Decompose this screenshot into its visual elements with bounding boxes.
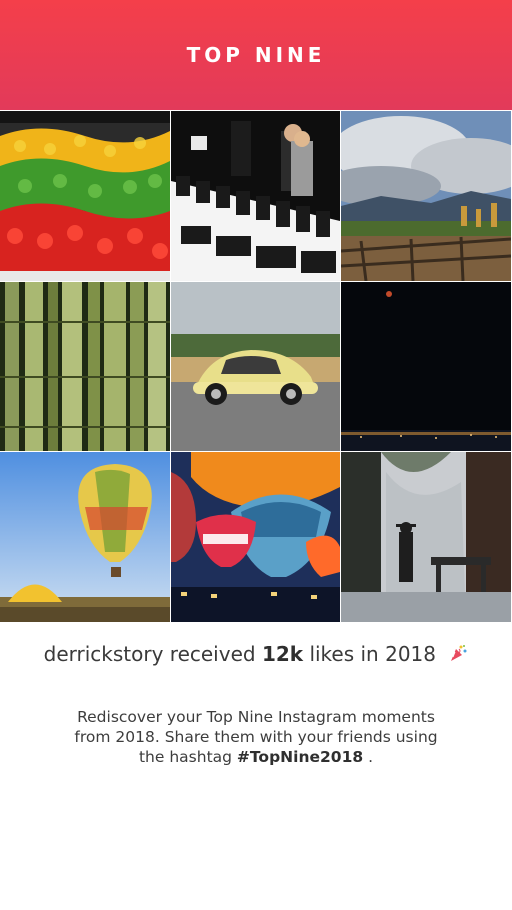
- confetti-popper-icon: [448, 643, 468, 668]
- camera-lenses-image: [171, 111, 340, 281]
- likes-summary: derrickstory received 12k likes in 2018: [0, 642, 512, 668]
- tile-landscape-clouds[interactable]: [341, 111, 511, 281]
- balloons-night-image: [171, 452, 340, 622]
- tile-bamboo[interactable]: [0, 282, 170, 451]
- landscape-clouds-image: [341, 111, 511, 281]
- tile-hot-air-balloon[interactable]: [0, 452, 170, 622]
- username: derrickstory: [43, 642, 164, 666]
- page-title: TOP NINE: [186, 43, 326, 67]
- description-end: .: [363, 748, 373, 766]
- bamboo-image: [0, 282, 170, 451]
- received-text: received: [169, 642, 256, 666]
- peppers-image: [0, 111, 170, 281]
- tile-camera-lenses[interactable]: [171, 111, 340, 281]
- top-nine-grid: [0, 111, 512, 622]
- tile-yellow-beetle[interactable]: [171, 282, 340, 451]
- tile-night-sky[interactable]: [341, 282, 511, 451]
- header-bar: TOP NINE: [0, 0, 512, 110]
- hashtag[interactable]: #TopNine2018: [237, 748, 363, 766]
- likes-in-text: likes in 2018: [309, 642, 436, 666]
- forest-silhouette-image: [341, 452, 511, 622]
- tile-peppers[interactable]: [0, 111, 170, 281]
- tile-forest-silhouette[interactable]: [341, 452, 511, 622]
- likes-count: 12k: [261, 642, 304, 666]
- hot-air-balloon-image: [0, 452, 170, 622]
- yellow-beetle-image: [171, 282, 340, 451]
- night-sky-image: [341, 282, 511, 451]
- tile-balloons-night[interactable]: [171, 452, 340, 622]
- description: Rediscover your Top Nine Instagram momen…: [60, 707, 452, 767]
